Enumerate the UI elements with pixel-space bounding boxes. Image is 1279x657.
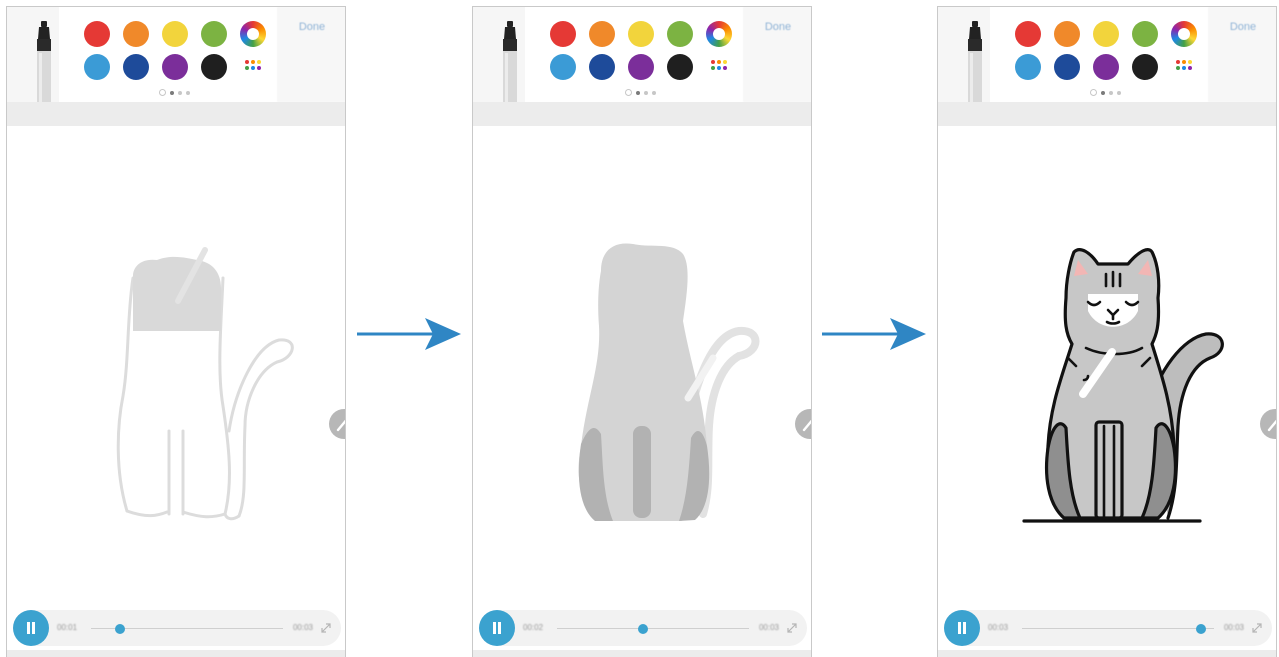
pen-selector[interactable] (938, 7, 990, 103)
cat-sketch-outline (116, 247, 294, 521)
palette-page-indicator (1090, 89, 1121, 96)
right-arrow-icon (357, 318, 461, 350)
color-swatch-purple[interactable] (628, 54, 654, 80)
drawing-canvas[interactable] (473, 126, 811, 606)
color-swatch-green[interactable] (667, 21, 693, 47)
more-colors-icon[interactable] (711, 60, 727, 74)
drawing-canvas[interactable] (938, 126, 1276, 606)
color-swatch-light-blue[interactable] (84, 54, 110, 80)
progress-thumb[interactable] (638, 624, 649, 634)
color-swatch-orange[interactable] (1054, 21, 1080, 47)
total-time: 00:03 (292, 623, 313, 632)
drawing-screen-step-1: Done 00:01 00:03 (6, 6, 346, 657)
elapsed-time: 00:02 (523, 623, 544, 632)
pen-toolbar: Done (473, 7, 811, 103)
nav-strip (7, 650, 345, 657)
color-palette (533, 7, 733, 102)
progress-track[interactable] (91, 624, 283, 634)
drawing-screen-step-2: Done 00:02 00:03 (472, 6, 812, 657)
expand-icon[interactable] (785, 621, 799, 635)
pen-toolbar: Done (7, 7, 345, 103)
more-colors-icon[interactable] (1176, 60, 1192, 74)
color-swatch-orange[interactable] (589, 21, 615, 47)
done-button[interactable]: Done (1208, 7, 1276, 102)
pen-selector[interactable] (7, 7, 59, 103)
progress-thumb[interactable] (114, 624, 125, 634)
toolbar-divider (7, 102, 345, 126)
progress-track[interactable] (1022, 624, 1214, 634)
elapsed-time: 00:03 (988, 623, 1009, 632)
color-swatch-red[interactable] (84, 21, 110, 47)
more-colors-icon[interactable] (245, 60, 261, 74)
toolbar-divider (938, 102, 1276, 126)
color-wheel-icon[interactable] (240, 21, 266, 47)
drawing-canvas[interactable] (7, 126, 345, 606)
expand-icon[interactable] (1250, 621, 1264, 635)
color-swatch-purple[interactable] (1093, 54, 1119, 80)
color-palette (998, 7, 1198, 102)
playback-bar: 00:03 00:03 (944, 610, 1272, 646)
color-swatch-yellow[interactable] (162, 21, 188, 47)
palette-page-indicator (159, 89, 190, 96)
expand-icon[interactable] (319, 621, 333, 635)
color-swatch-green[interactable] (201, 21, 227, 47)
total-time: 00:03 (758, 623, 779, 632)
nav-strip (473, 650, 811, 657)
color-swatch-black[interactable] (667, 54, 693, 80)
pause-icon[interactable] (479, 610, 515, 646)
color-swatch-green[interactable] (1132, 21, 1158, 47)
done-button[interactable]: Done (743, 7, 811, 102)
color-swatch-light-blue[interactable] (1015, 54, 1041, 80)
color-swatch-dark-blue[interactable] (589, 54, 615, 80)
playback-bar: 00:01 00:03 (13, 610, 341, 646)
color-swatch-purple[interactable] (162, 54, 188, 80)
color-swatch-red[interactable] (550, 21, 576, 47)
nav-strip (938, 650, 1276, 657)
color-swatch-orange[interactable] (123, 21, 149, 47)
done-button[interactable]: Done (277, 7, 345, 102)
color-wheel-icon[interactable] (706, 21, 732, 47)
color-swatch-dark-blue[interactable] (1054, 54, 1080, 80)
pause-icon[interactable] (13, 610, 49, 646)
palette-page-indicator (625, 89, 656, 96)
progress-track[interactable] (557, 624, 749, 634)
marker-pen-icon (503, 21, 517, 103)
color-swatch-yellow[interactable] (1093, 21, 1119, 47)
total-time: 00:03 (1223, 623, 1244, 632)
color-swatch-black[interactable] (1132, 54, 1158, 80)
pause-icon[interactable] (944, 610, 980, 646)
color-swatch-light-blue[interactable] (550, 54, 576, 80)
color-wheel-icon[interactable] (1171, 21, 1197, 47)
marker-pen-icon (37, 21, 51, 103)
drawing-screen-step-3: Done 00:03 00:03 (937, 6, 1277, 657)
right-arrow-icon (822, 318, 926, 350)
color-swatch-yellow[interactable] (628, 21, 654, 47)
color-swatch-dark-blue[interactable] (123, 54, 149, 80)
playback-bar: 00:02 00:03 (479, 610, 807, 646)
toolbar-divider (473, 102, 811, 126)
cat-sketch-shaded (578, 243, 760, 521)
color-swatch-black[interactable] (201, 54, 227, 80)
marker-pen-icon (968, 21, 982, 103)
elapsed-time: 00:01 (57, 623, 78, 632)
pen-toolbar: Done (938, 7, 1276, 103)
color-swatch-red[interactable] (1015, 21, 1041, 47)
color-palette (67, 7, 267, 102)
progress-thumb[interactable] (1195, 624, 1206, 634)
pen-selector[interactable] (473, 7, 525, 103)
cat-drawing-finished (1022, 248, 1224, 523)
